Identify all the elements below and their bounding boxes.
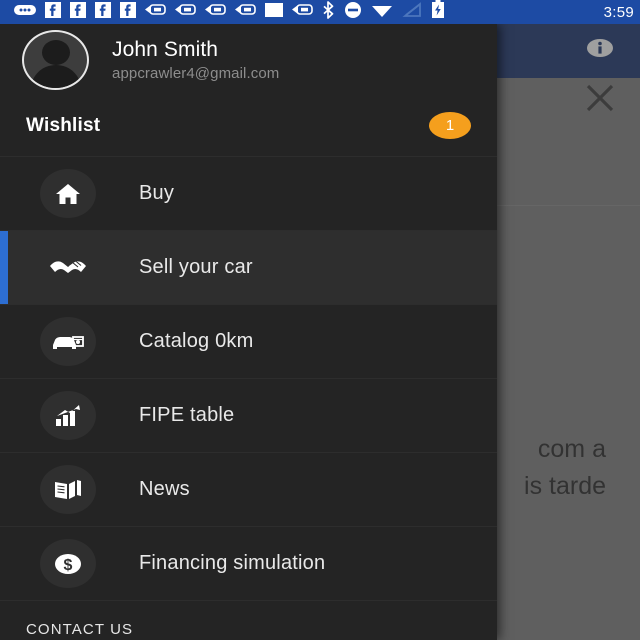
avatar[interactable] <box>22 29 89 90</box>
drawer-item-contact-us[interactable]: CONTACT US <box>0 600 497 640</box>
sidebar-item-label: FIPE table <box>139 404 235 426</box>
home-icon <box>40 169 96 218</box>
sidebar-item-label: Catalog 0km <box>139 330 254 352</box>
message-notification-icon <box>175 2 196 22</box>
do-not-disturb-icon <box>344 1 362 24</box>
wishlist-label: Wishlist <box>26 114 101 136</box>
background-text: com a is tarde <box>524 431 606 505</box>
sidebar-item-catalog-0km[interactable]: Catalog 0km <box>0 304 497 378</box>
sidebar-item-label: Sell your car <box>139 256 253 278</box>
sidebar-item-label: Buy <box>139 182 175 204</box>
close-icon[interactable] <box>580 78 620 123</box>
account-email: appcrawler4@gmail.com <box>112 64 280 82</box>
contact-us-label: CONTACT US <box>26 621 134 638</box>
message-notification-icon <box>235 2 256 22</box>
message-notification-icon <box>205 2 226 22</box>
status-bar: 3:59 <box>0 0 640 24</box>
chart-trending-icon <box>40 391 96 440</box>
battery-charging-icon <box>431 0 445 24</box>
facebook-notification-icon <box>120 1 136 23</box>
facebook-notification-icon <box>70 1 86 23</box>
more-notifications-icon <box>14 3 36 22</box>
navigation-drawer: John Smith appcrawler4@gmail.com Wishlis… <box>0 24 497 640</box>
selected-accent-bar <box>0 231 8 304</box>
sidebar-item-sell-your-car[interactable]: Sell your car <box>0 230 497 304</box>
wifi-icon <box>371 2 393 23</box>
drawer-nav-list: Buy Sell your car Catalog 0km FIPE table… <box>0 156 497 600</box>
handshake-icon <box>40 243 96 292</box>
sidebar-item-label: News <box>139 478 190 500</box>
status-bar-clock: 3:59 <box>603 3 634 21</box>
background-text-line1: com a <box>537 435 606 463</box>
dollar-coin-icon: $ <box>40 539 96 588</box>
open-book-icon <box>40 465 96 514</box>
message-notification-icon <box>292 2 313 22</box>
background-text-line2: is tarde <box>524 472 606 500</box>
no-signal-icon <box>402 1 422 23</box>
drawer-item-wishlist[interactable]: Wishlist 1 <box>0 95 497 156</box>
sidebar-item-fipe-table[interactable]: FIPE table <box>0 378 497 452</box>
svg-text:$: $ <box>64 557 73 574</box>
bluetooth-icon <box>322 0 335 24</box>
account-info: John Smith appcrawler4@gmail.com <box>112 39 279 81</box>
avatar-head <box>41 39 70 65</box>
account-name: John Smith <box>112 37 219 61</box>
drawer-account-header[interactable]: John Smith appcrawler4@gmail.com <box>0 24 497 95</box>
new-car-icon <box>40 317 96 366</box>
message-notification-icon <box>145 2 166 22</box>
avatar-body <box>30 64 81 88</box>
wishlist-badge: 1 <box>429 112 471 139</box>
sidebar-item-news[interactable]: News <box>0 452 497 526</box>
sidebar-item-buy[interactable]: Buy <box>0 156 497 230</box>
sidebar-item-label: Financing simulation <box>139 552 326 574</box>
info-icon[interactable] <box>586 37 614 64</box>
phone-screen: com a is tarde John Smith appcrawler4@gm… <box>0 0 640 640</box>
status-bar-icons <box>14 0 596 24</box>
facebook-notification-icon <box>95 1 111 23</box>
blank-notification-icon <box>265 2 283 23</box>
sidebar-item-financing-simulation[interactable]: $ Financing simulation <box>0 526 497 600</box>
facebook-notification-icon <box>45 1 61 23</box>
